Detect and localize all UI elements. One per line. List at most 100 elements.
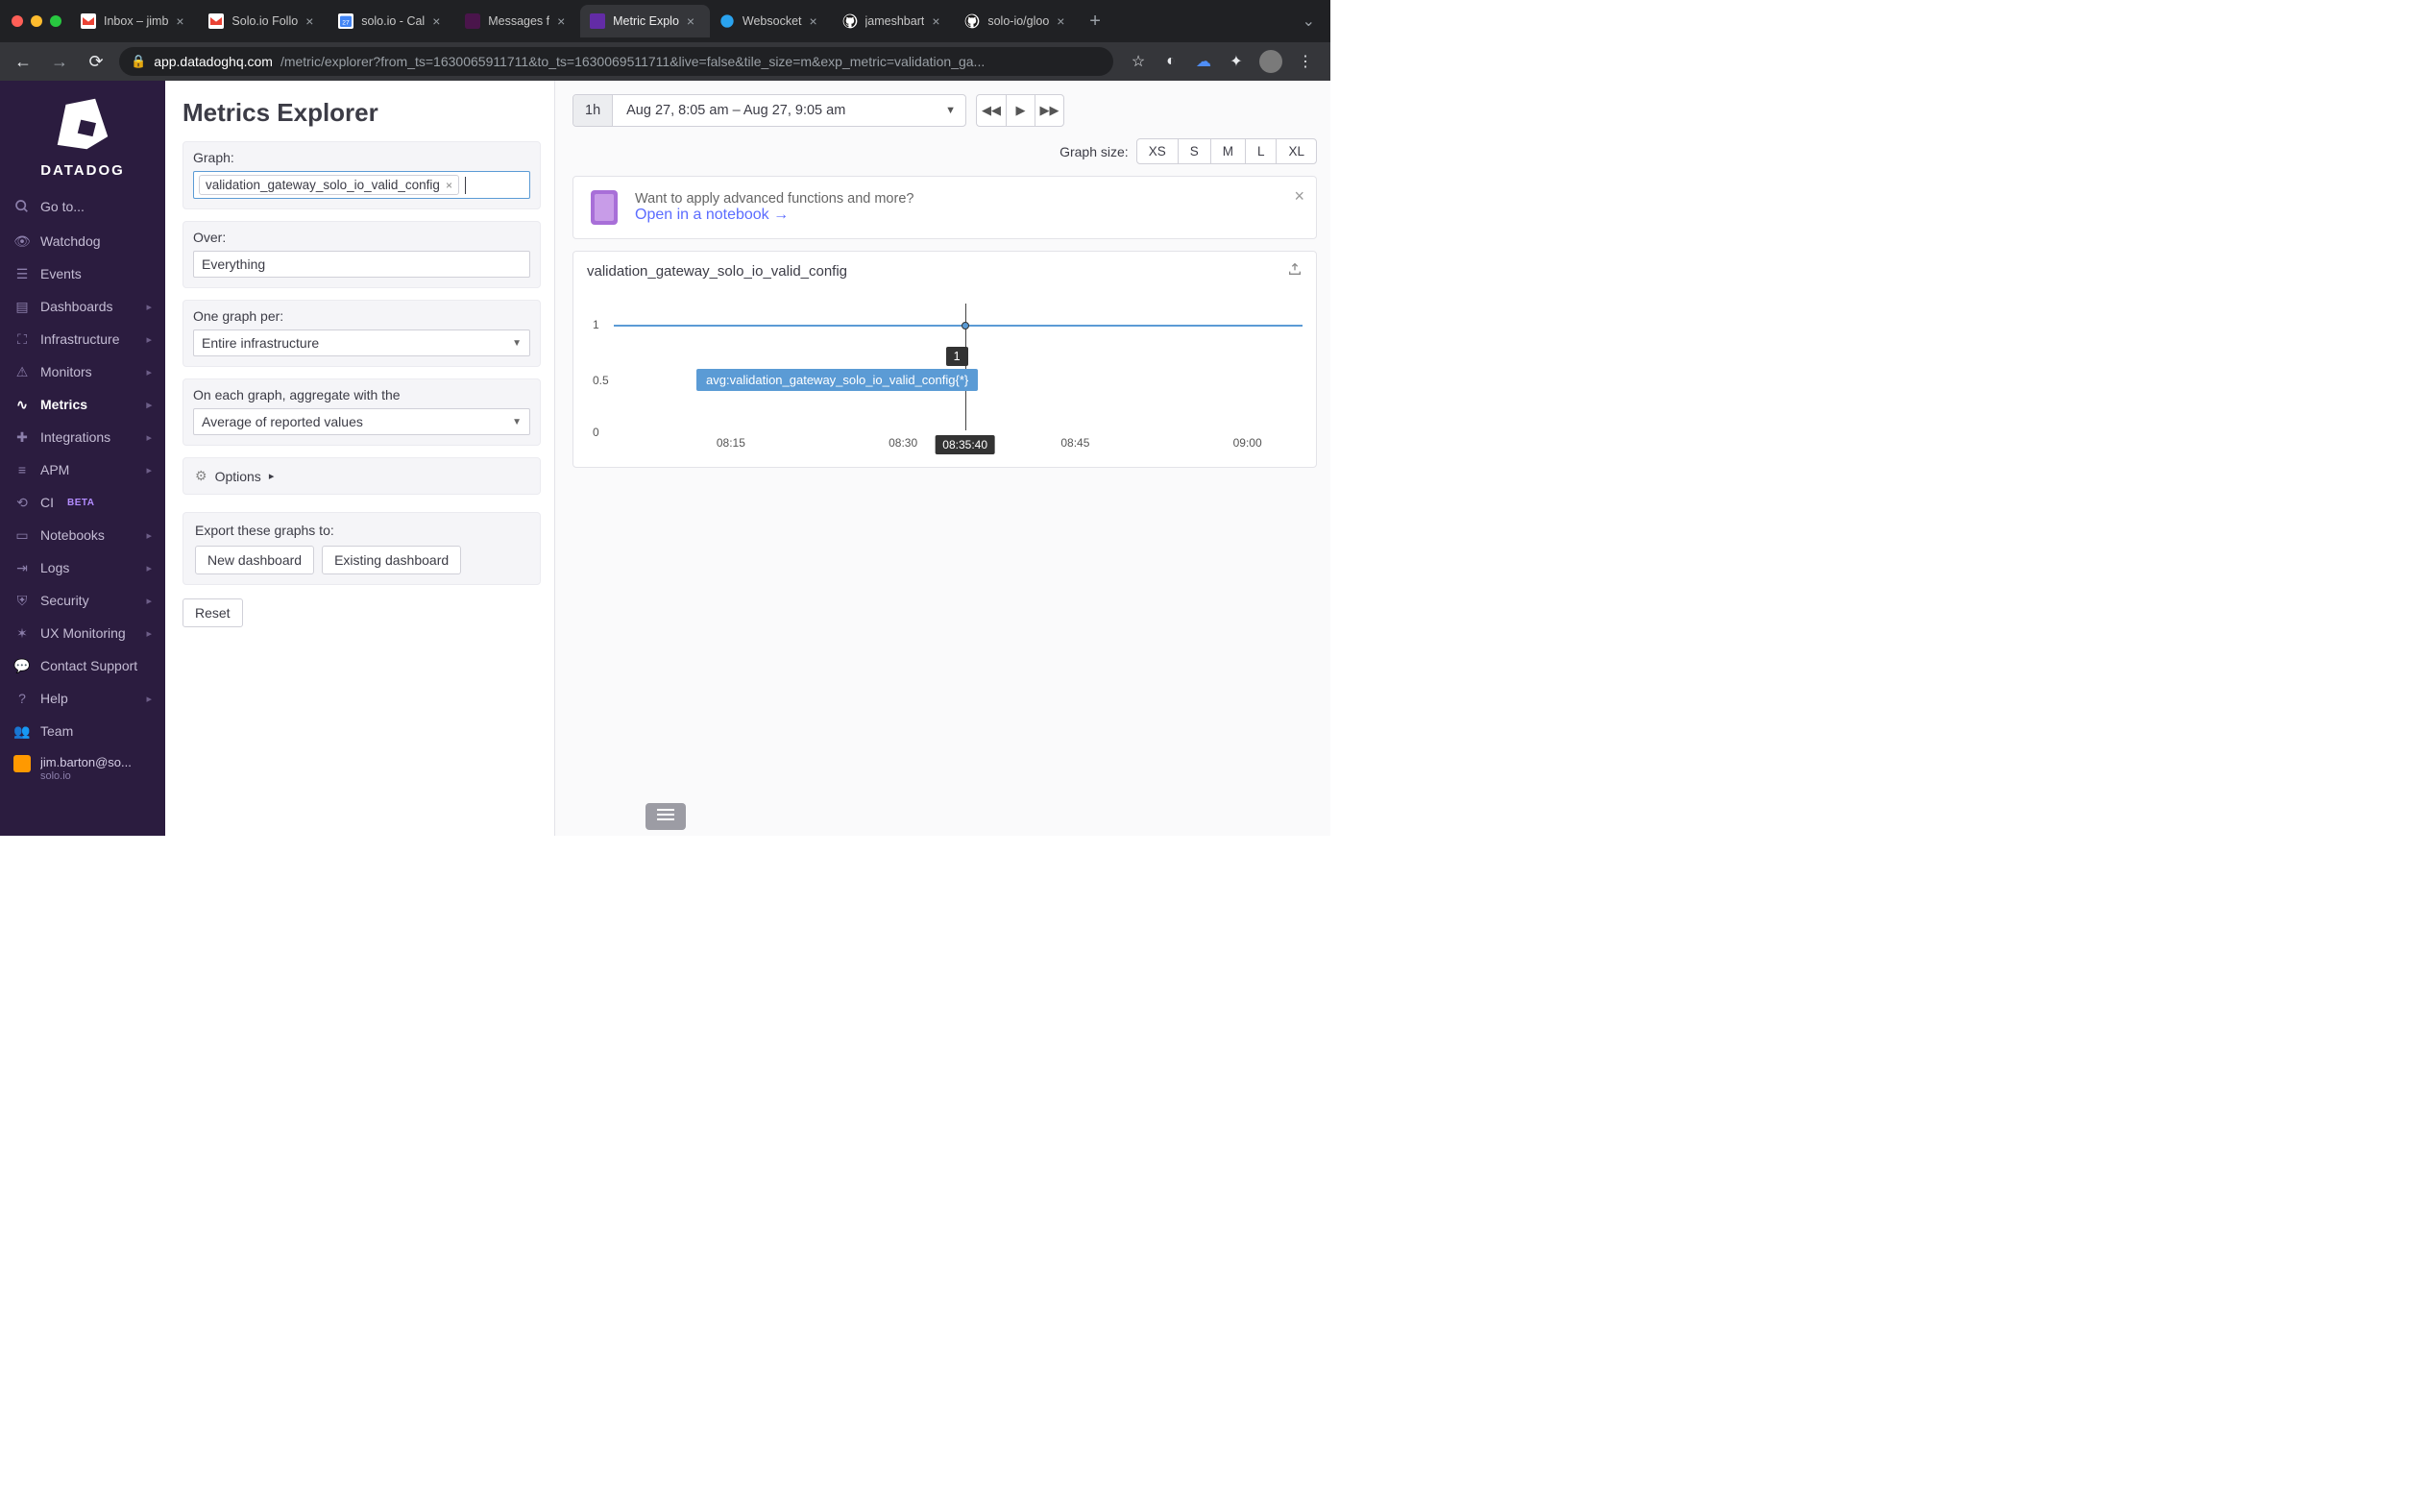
existing-dashboard-button[interactable]: Existing dashboard <box>322 546 461 574</box>
close-icon[interactable]: × <box>176 13 189 29</box>
sidebar-item-integrations[interactable]: ✚ Integrations ▸ <box>0 421 165 453</box>
menu-icon[interactable]: ⋮ <box>1296 52 1315 71</box>
agg-value: Average of reported values <box>202 414 363 429</box>
open-notebook-link[interactable]: Open in a notebook → <box>635 207 913 224</box>
text-cursor <box>465 177 466 194</box>
chart-title: validation_gateway_solo_io_valid_config <box>587 263 847 280</box>
size-xs-button[interactable]: XS <box>1137 139 1178 163</box>
close-window-button[interactable] <box>12 15 23 27</box>
chevron-down-icon[interactable]: ▼ <box>936 105 965 116</box>
close-icon[interactable]: × <box>810 13 823 29</box>
over-label: Over: <box>193 230 530 245</box>
over-input[interactable]: Everything <box>193 251 530 278</box>
time-play-controls: ◀◀ ▶ ▶▶ <box>976 94 1064 127</box>
sidebar-item-team[interactable]: 👥 Team <box>0 715 165 747</box>
minimize-window-button[interactable] <box>31 15 42 27</box>
browser-tab[interactable]: Websocket × <box>710 5 833 37</box>
close-icon[interactable]: × <box>557 13 571 29</box>
chat-icon: 💬 <box>13 657 31 674</box>
new-tab-button[interactable]: + <box>1080 11 1110 33</box>
y-tick: 1 <box>593 318 599 331</box>
browser-tab-active[interactable]: Metric Explo × <box>580 5 710 37</box>
options-toggle[interactable]: ⚙ Options ▸ <box>183 457 541 495</box>
chevron-right-icon: ▸ <box>146 399 152 411</box>
browser-tab[interactable]: jameshbart × <box>833 5 956 37</box>
rewind-button[interactable]: ◀◀ <box>977 95 1006 126</box>
chart-card: validation_gateway_solo_io_valid_config … <box>572 251 1317 468</box>
maximize-window-button[interactable] <box>50 15 61 27</box>
user-block[interactable]: jim.barton@so... solo.io <box>0 747 165 791</box>
close-icon[interactable]: × <box>305 13 319 29</box>
profile-avatar[interactable] <box>1259 50 1282 73</box>
main-area: 1h Aug 27, 8:05 am – Aug 27, 9:05 am ▼ ◀… <box>555 81 1330 836</box>
close-icon[interactable]: × <box>687 13 700 29</box>
close-icon[interactable]: × <box>432 13 446 29</box>
sidebar-item-notebooks[interactable]: ▭ Notebooks ▸ <box>0 519 165 551</box>
hover-time-badge: 08:35:40 <box>935 435 995 454</box>
remove-tag-icon[interactable]: × <box>446 179 452 192</box>
infra-icon: ⛶ <box>13 330 31 348</box>
datadog-logo[interactable]: DATADOG <box>0 81 165 188</box>
sidebar-item-ux-monitoring[interactable]: ✶ UX Monitoring ▸ <box>0 617 165 649</box>
agg-select[interactable]: Average of reported values ▼ <box>193 408 530 435</box>
chart-body[interactable]: 1 0.5 0 1 avg:validation_gateway_solo_io… <box>573 286 1316 459</box>
sidebar-item-watchdog[interactable]: 👁 Watchdog <box>0 225 165 257</box>
sidebar-item-metrics[interactable]: ∿ Metrics ▸ <box>0 388 165 421</box>
metrics-icon: ∿ <box>13 396 31 413</box>
extensions-icon[interactable]: ✦ <box>1227 52 1246 71</box>
sidebar-item-label: Contact Support <box>40 658 137 673</box>
play-button[interactable]: ▶ <box>1006 95 1035 126</box>
export-icon[interactable] <box>1287 261 1303 280</box>
alert-icon: ⚠ <box>13 363 31 380</box>
sidebar-item-contact-support[interactable]: 💬 Contact Support <box>0 649 165 682</box>
list-icon: ☰ <box>13 265 31 282</box>
tab-overflow-button[interactable]: ⌄ <box>1295 12 1323 31</box>
per-select[interactable]: Entire infrastructure ▼ <box>193 329 530 356</box>
puzzle-icon: ✚ <box>13 428 31 446</box>
browser-tab[interactable]: Messages f × <box>455 5 580 37</box>
browser-tab[interactable]: solo-io/gloo × <box>955 5 1080 37</box>
sidebar: DATADOG Go to... 👁 Watchdog ☰ Events ▤ D… <box>0 81 165 836</box>
close-icon[interactable]: × <box>932 13 945 29</box>
close-icon[interactable]: × <box>1294 186 1304 207</box>
sidebar-item-dashboards[interactable]: ▤ Dashboards ▸ <box>0 290 165 323</box>
size-m-button[interactable]: M <box>1210 139 1245 163</box>
sidebar-item-apm[interactable]: ≡ APM ▸ <box>0 453 165 486</box>
close-icon[interactable]: × <box>1057 13 1070 29</box>
goto-search[interactable]: Go to... <box>0 188 165 225</box>
size-xl-button[interactable]: XL <box>1276 139 1316 163</box>
sidebar-item-monitors[interactable]: ⚠ Monitors ▸ <box>0 355 165 388</box>
url-input[interactable]: 🔒 app.datadoghq.com/metric/explorer?from… <box>119 47 1113 76</box>
star-icon[interactable]: ☆ <box>1129 52 1148 71</box>
y-tick: 0 <box>593 426 599 439</box>
sidebar-item-security[interactable]: ⛨ Security ▸ <box>0 584 165 617</box>
download-icon[interactable]: ☁ <box>1194 52 1213 71</box>
browser-tab[interactable]: Solo.io Follo × <box>199 5 329 37</box>
time-preset[interactable]: 1h <box>573 95 613 126</box>
graph-label: Graph: <box>193 150 530 165</box>
reset-button[interactable]: Reset <box>183 598 243 627</box>
brand-text: DATADOG <box>0 162 165 179</box>
back-button[interactable]: ← <box>10 48 37 75</box>
legend-toggle[interactable] <box>645 803 686 830</box>
new-dashboard-button[interactable]: New dashboard <box>195 546 314 574</box>
reload-button[interactable]: ⟳ <box>83 48 110 75</box>
size-l-button[interactable]: L <box>1245 139 1277 163</box>
options-label: Options <box>215 469 261 484</box>
user-email: jim.barton@so... <box>40 755 132 770</box>
sidebar-item-infrastructure[interactable]: ⛶ Infrastructure ▸ <box>0 323 165 355</box>
forward-button[interactable]: → <box>46 48 73 75</box>
sidebar-item-ci[interactable]: ⟲ CI BETA <box>0 486 165 519</box>
chevron-right-icon: ▸ <box>146 333 152 346</box>
time-range-picker[interactable]: 1h Aug 27, 8:05 am – Aug 27, 9:05 am ▼ <box>572 94 966 127</box>
size-s-button[interactable]: S <box>1178 139 1210 163</box>
sidebar-item-logs[interactable]: ⇥ Logs ▸ <box>0 551 165 584</box>
browser-tab[interactable]: Inbox – jimb × <box>71 5 199 37</box>
fast-forward-button[interactable]: ▶▶ <box>1035 95 1063 126</box>
per-value: Entire infrastructure <box>202 335 319 351</box>
sidebar-item-events[interactable]: ☰ Events <box>0 257 165 290</box>
metric-input[interactable]: validation_gateway_solo_io_valid_config … <box>193 171 530 199</box>
sidebar-item-help[interactable]: ? Help ▸ <box>0 682 165 715</box>
browser-tab[interactable]: 27 solo.io - Cal × <box>329 5 455 37</box>
extension-icon[interactable]: ◐ <box>1161 52 1181 71</box>
